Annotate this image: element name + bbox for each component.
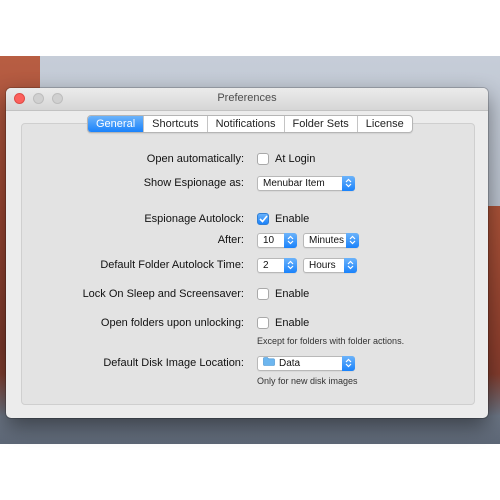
lock-on-sleep-checkbox[interactable] xyxy=(257,288,269,300)
window-title: Preferences xyxy=(217,92,277,104)
show-espionage-as-value: Menubar Item xyxy=(263,177,325,189)
updown-chevron-icon xyxy=(342,175,355,191)
at-login-checkbox[interactable] xyxy=(257,153,269,165)
open-automatically-label: Open automatically: xyxy=(146,153,244,165)
row-disk-image-location: Default Disk Image Location: Data xyxy=(6,354,488,372)
tab-general[interactable]: General xyxy=(88,116,144,132)
preferences-window: Preferences General Shortcuts Notificati… xyxy=(6,88,488,418)
default-folder-autolock-label: Default Folder Autolock Time: xyxy=(100,259,244,271)
open-folders-unlocking-label: Open folders upon unlocking: xyxy=(100,317,244,329)
row-open-automatically: Open automatically: At Login xyxy=(6,150,488,168)
autolock-enable-label: Enable xyxy=(275,213,310,225)
disk-image-location-value: Data xyxy=(279,357,301,369)
tab-license[interactable]: License xyxy=(356,116,412,132)
folder-icon xyxy=(263,357,275,367)
updown-chevron-icon xyxy=(346,232,359,248)
row-espionage-autolock: Espionage Autolock: Enable xyxy=(6,210,488,228)
show-espionage-as-popup[interactable]: Menubar Item xyxy=(257,175,355,191)
disk-image-hint: Only for new disk images xyxy=(257,376,358,386)
updown-chevron-icon xyxy=(344,257,357,273)
row-open-folders-unlocking: Open folders upon unlocking: Enable xyxy=(6,314,488,332)
checkmark-icon xyxy=(258,215,268,223)
tab-bar: General Shortcuts Notifications Folder S… xyxy=(87,115,413,133)
after-amount-value: 10 xyxy=(263,234,275,246)
row-show-espionage-as: Show Espionage as: Menubar Item xyxy=(6,174,488,192)
row-lock-on-sleep: Lock On Sleep and Screensaver: Enable xyxy=(6,285,488,303)
row-after: After: 10 Minutes xyxy=(6,231,488,249)
after-label: After: xyxy=(217,234,244,246)
after-unit-value: Minutes xyxy=(309,234,345,246)
lock-on-sleep-label: Lock On Sleep and Screensaver: xyxy=(82,288,244,300)
at-login-label: At Login xyxy=(275,153,316,165)
show-espionage-as-label: Show Espionage as: xyxy=(143,177,244,189)
folder-autolock-unit-value: Hours xyxy=(309,259,336,271)
lock-on-sleep-enable-label: Enable xyxy=(275,288,310,300)
tab-folder-sets[interactable]: Folder Sets xyxy=(283,116,357,132)
disk-image-location-label: Default Disk Image Location: xyxy=(103,357,244,369)
folder-autolock-amount-popup[interactable]: 2 xyxy=(257,257,297,273)
espionage-autolock-label: Espionage Autolock: xyxy=(144,213,244,225)
updown-chevron-icon xyxy=(284,257,297,273)
tab-shortcuts[interactable]: Shortcuts xyxy=(143,116,206,132)
row-default-folder-autolock: Default Folder Autolock Time: 2 Hours xyxy=(6,256,488,274)
updown-chevron-icon xyxy=(284,232,297,248)
open-folders-hint: Except for folders with folder actions. xyxy=(257,336,405,346)
tab-notifications[interactable]: Notifications xyxy=(206,116,284,132)
disk-image-location-popup[interactable]: Data xyxy=(257,355,355,371)
open-folders-unlocking-checkbox[interactable] xyxy=(257,317,269,329)
folder-autolock-unit-popup[interactable]: Hours xyxy=(303,257,357,273)
autolock-enable-checkbox[interactable] xyxy=(257,213,269,225)
after-unit-popup[interactable]: Minutes xyxy=(303,232,359,248)
after-amount-popup[interactable]: 10 xyxy=(257,232,297,248)
open-folders-unlocking-enable-label: Enable xyxy=(275,317,310,329)
folder-autolock-amount-value: 2 xyxy=(263,259,269,271)
title-bar[interactable]: Preferences xyxy=(6,88,488,111)
updown-chevron-icon xyxy=(342,355,355,371)
